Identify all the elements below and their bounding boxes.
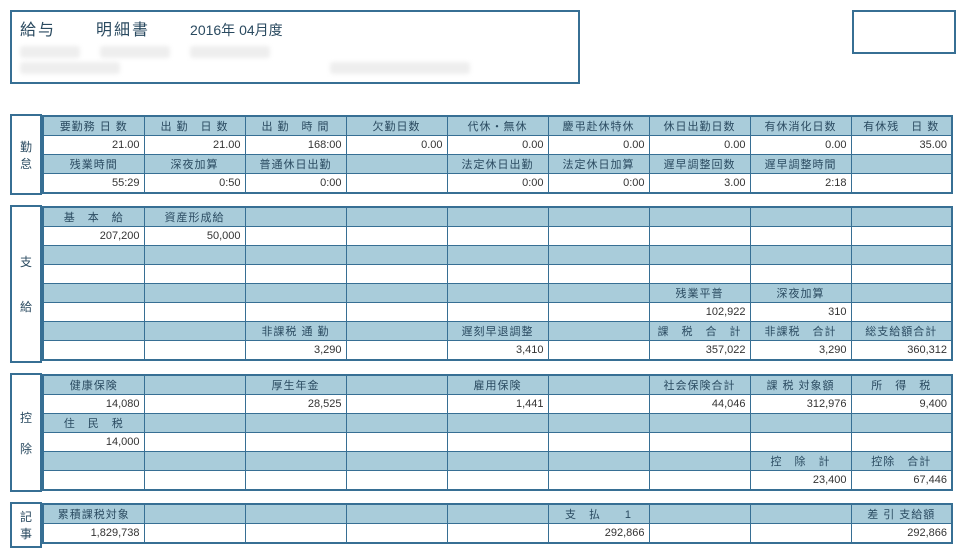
- label: 遅刻早退調整: [447, 322, 548, 341]
- label: 法定休日出勤: [447, 155, 548, 174]
- redacted: [190, 46, 270, 58]
- value: 0.00: [548, 136, 649, 155]
- value: 1,829,738: [43, 524, 144, 544]
- value: 0.00: [750, 136, 851, 155]
- value: 0:50: [144, 174, 245, 194]
- redacted: [20, 62, 120, 74]
- value: 0:00: [548, 174, 649, 194]
- value: 21.00: [144, 136, 245, 155]
- redacted: [100, 46, 170, 58]
- section-koujo: 控除 健康保険 厚生年金 雇用保険 社会保険合計 課 税 対象額 所 得 税 1…: [10, 373, 953, 492]
- label: 健康保険: [43, 375, 144, 395]
- label: 慶弔赴休特休: [548, 116, 649, 136]
- label: 有休消化日数: [750, 116, 851, 136]
- value: 357,022: [649, 341, 750, 361]
- label: 出 勤 時 間: [245, 116, 346, 136]
- value: 21.00: [43, 136, 144, 155]
- value: 14,080: [43, 395, 144, 414]
- stamp-box: [852, 10, 956, 54]
- doc-title-1: 給与: [20, 16, 56, 40]
- value: 0.00: [649, 136, 750, 155]
- value: 0:00: [447, 174, 548, 194]
- label: 課 税 合 計: [649, 322, 750, 341]
- section-label-kintai: 勤怠: [14, 138, 38, 172]
- empty-label: [346, 155, 447, 174]
- value: 35.00: [851, 136, 952, 155]
- label: 控 除 計: [750, 452, 851, 471]
- label: 雇用保険: [447, 375, 548, 395]
- label: 総支給額合計: [851, 322, 952, 341]
- value: 312,976: [750, 395, 851, 414]
- value: 50,000: [144, 227, 245, 246]
- value: 2:18: [750, 174, 851, 194]
- value: 44,046: [649, 395, 750, 414]
- section-label-koujo: 控除: [14, 409, 38, 457]
- label: 出 勤 日 数: [144, 116, 245, 136]
- value: 360,312: [851, 341, 952, 361]
- value: 207,200: [43, 227, 144, 246]
- header-box: 給与 明細書 2016年 04月度: [10, 10, 580, 84]
- value: 3,290: [750, 341, 851, 361]
- value: 0.00: [346, 136, 447, 155]
- label: 支 払 1: [548, 504, 649, 524]
- label: 普通休日出勤: [245, 155, 346, 174]
- label: 遅早調整回数: [649, 155, 750, 174]
- value: 292,866: [548, 524, 649, 544]
- value: 9,400: [851, 395, 952, 414]
- label: 基 本 給: [43, 207, 144, 227]
- value: 14,000: [43, 433, 144, 452]
- label: 厚生年金: [245, 375, 346, 395]
- value: 0:00: [245, 174, 346, 194]
- value: 0.00: [447, 136, 548, 155]
- value: 28,525: [245, 395, 346, 414]
- empty-label: [851, 155, 952, 174]
- value: 292,866: [851, 524, 952, 544]
- label: 累積課税対象: [43, 504, 144, 524]
- value: 3,290: [245, 341, 346, 361]
- value: 67,446: [851, 471, 952, 491]
- section-label-kiji: 記事: [14, 508, 38, 542]
- section-label-shikyu: 支給: [14, 253, 38, 315]
- label: 非課税 合計: [750, 322, 851, 341]
- redacted: [20, 46, 80, 58]
- section-kintai: 勤怠 要勤務 日 数 出 勤 日 数 出 勤 時 間 欠勤日数 代休・無休 慶弔…: [10, 114, 953, 195]
- label: 休日出勤日数: [649, 116, 750, 136]
- label: 社会保険合計: [649, 375, 750, 395]
- value: 310: [750, 303, 851, 322]
- redacted: [330, 62, 470, 74]
- value: 168:00: [245, 136, 346, 155]
- label: 非課税 通 勤: [245, 322, 346, 341]
- header-row: 給与 明細書 2016年 04月度: [10, 10, 956, 84]
- label: 課 税 対象額: [750, 375, 851, 395]
- value: [851, 174, 952, 194]
- value: [346, 174, 447, 194]
- label: 代休・無休: [447, 116, 548, 136]
- label: 要勤務 日 数: [43, 116, 144, 136]
- doc-title-2: 明細書: [96, 16, 150, 40]
- value: 55:29: [43, 174, 144, 194]
- label: 残業時間: [43, 155, 144, 174]
- value: 23,400: [750, 471, 851, 491]
- value: 3.00: [649, 174, 750, 194]
- label: 法定休日加算: [548, 155, 649, 174]
- label: 有休残 日 数: [851, 116, 952, 136]
- value: 3,410: [447, 341, 548, 361]
- label: 残業平普: [649, 284, 750, 303]
- label: 所 得 税: [851, 375, 952, 395]
- section-shikyu: 支給 基 本 給 資産形成給 207,200 50,000 残業平普 深夜加算: [10, 205, 953, 363]
- section-kiji: 記事 累積課税対象 支 払 1 差 引 支給額 1,829,738 292,86…: [10, 502, 953, 548]
- value: 1,441: [447, 395, 548, 414]
- label: 深夜加算: [144, 155, 245, 174]
- value: 102,922: [649, 303, 750, 322]
- label: 資産形成給: [144, 207, 245, 227]
- label: 差 引 支給額: [851, 504, 952, 524]
- doc-period: 2016年 04月度: [190, 20, 283, 40]
- label: 深夜加算: [750, 284, 851, 303]
- label: 控除 合計: [851, 452, 952, 471]
- label: 住 民 税: [43, 414, 144, 433]
- label: 欠勤日数: [346, 116, 447, 136]
- label: 遅早調整時間: [750, 155, 851, 174]
